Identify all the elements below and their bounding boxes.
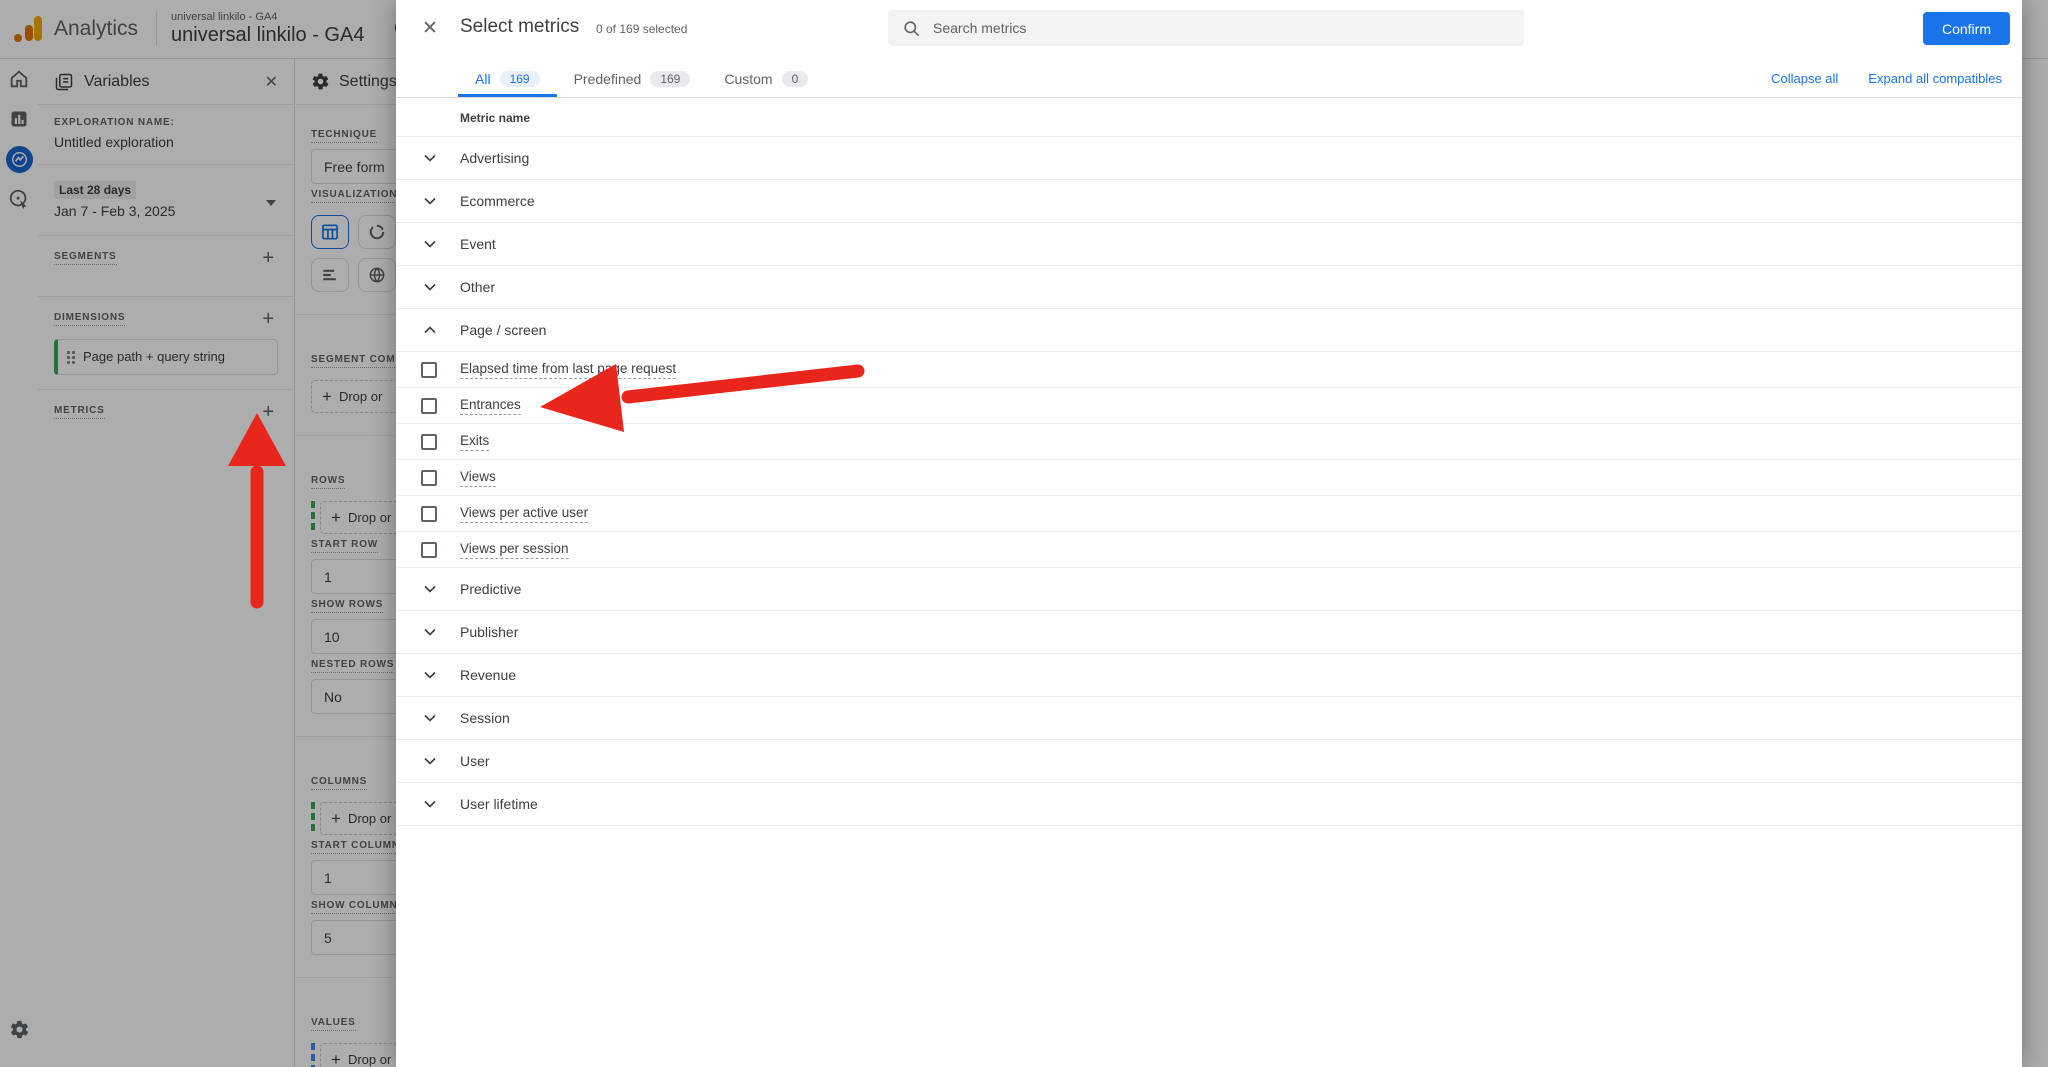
category-label: User bbox=[460, 753, 490, 769]
metric-label: Elapsed time from last page request bbox=[460, 361, 676, 379]
search-metrics-box[interactable] bbox=[888, 10, 1524, 46]
search-icon bbox=[902, 19, 921, 38]
metric-name-column-header: Metric name bbox=[396, 98, 2022, 136]
metric-label: Entrances bbox=[460, 397, 521, 415]
category-label: Other bbox=[460, 279, 495, 295]
category-row-ecommerce[interactable]: Ecommerce bbox=[396, 180, 2022, 223]
metric-row[interactable]: Views per session bbox=[396, 532, 2022, 568]
metric-list: Advertising Ecommerce Event Other Page / scr… bbox=[396, 136, 2022, 826]
chevron-down-icon[interactable] bbox=[420, 191, 440, 211]
dialog-title: Select metrics bbox=[460, 16, 579, 38]
tab-badge: 169 bbox=[650, 71, 690, 87]
ga4-explore-page: { "colors": { "accent": "#1a73e8", "arro… bbox=[0, 0, 2048, 1067]
metric-row[interactable]: Entrances bbox=[396, 388, 2022, 424]
metric-checkbox[interactable] bbox=[421, 398, 437, 414]
category-row-advertising[interactable]: Advertising bbox=[396, 137, 2022, 180]
chevron-down-icon[interactable] bbox=[420, 234, 440, 254]
metric-row[interactable]: Elapsed time from last page request bbox=[396, 352, 2022, 388]
category-row-page-screen[interactable]: Page / screen bbox=[396, 309, 2022, 352]
close-dialog-icon[interactable]: ✕ bbox=[422, 17, 438, 40]
tab-label: Predefined bbox=[574, 71, 642, 87]
category-label: Revenue bbox=[460, 667, 516, 683]
tab-badge: 0 bbox=[782, 71, 809, 87]
metric-row[interactable]: Views bbox=[396, 460, 2022, 496]
category-row-predictive[interactable]: Predictive bbox=[396, 568, 2022, 611]
tab-predefined[interactable]: Predefined 169 bbox=[557, 60, 708, 97]
category-row-session[interactable]: Session bbox=[396, 697, 2022, 740]
category-row-publisher[interactable]: Publisher bbox=[396, 611, 2022, 654]
select-metrics-dialog: ✕ Select metrics 0 of 169 selected Confi… bbox=[396, 0, 2022, 1067]
metric-checkbox[interactable] bbox=[421, 506, 437, 522]
metric-row[interactable]: Views per active user bbox=[396, 496, 2022, 532]
chevron-down-icon[interactable] bbox=[420, 665, 440, 685]
metric-checkbox[interactable] bbox=[421, 362, 437, 378]
tab-label: Custom bbox=[724, 71, 772, 87]
category-label: Predictive bbox=[460, 581, 521, 597]
metric-checkbox[interactable] bbox=[421, 470, 437, 486]
metric-checkbox[interactable] bbox=[421, 434, 437, 450]
tab-custom[interactable]: Custom 0 bbox=[707, 60, 825, 97]
chevron-down-icon[interactable] bbox=[420, 794, 440, 814]
chevron-down-icon[interactable] bbox=[420, 277, 440, 297]
chevron-down-icon[interactable] bbox=[420, 579, 440, 599]
tab-all[interactable]: All 169 bbox=[458, 60, 557, 97]
category-row-other[interactable]: Other bbox=[396, 266, 2022, 309]
metric-checkbox[interactable] bbox=[421, 542, 437, 558]
metric-label: Views per session bbox=[460, 541, 569, 559]
tab-badge: 169 bbox=[500, 71, 540, 87]
chevron-down-icon[interactable] bbox=[420, 708, 440, 728]
confirm-button[interactable]: Confirm bbox=[1923, 12, 2010, 45]
category-row-user[interactable]: User bbox=[396, 740, 2022, 783]
metric-label: Views per active user bbox=[460, 505, 588, 523]
category-label: Page / screen bbox=[460, 322, 546, 338]
metric-label: Exits bbox=[460, 433, 489, 451]
category-label: Event bbox=[460, 236, 496, 252]
chevron-down-icon[interactable] bbox=[420, 751, 440, 771]
category-row-revenue[interactable]: Revenue bbox=[396, 654, 2022, 697]
category-label: Advertising bbox=[460, 150, 529, 166]
metrics-tabs: All 169 Predefined 169 Custom 0 Collapse… bbox=[396, 60, 2022, 98]
category-label: User lifetime bbox=[460, 796, 538, 812]
category-row-user-lifetime[interactable]: User lifetime bbox=[396, 783, 2022, 826]
metric-label: Views bbox=[460, 469, 496, 487]
metric-row[interactable]: Exits bbox=[396, 424, 2022, 460]
category-label: Publisher bbox=[460, 624, 518, 640]
collapse-all-link[interactable]: Collapse all bbox=[1771, 71, 1838, 86]
expand-all-compatibles-link[interactable]: Expand all compatibles bbox=[1868, 71, 2002, 86]
category-label: Session bbox=[460, 710, 510, 726]
category-label: Ecommerce bbox=[460, 193, 535, 209]
chevron-down-icon[interactable] bbox=[420, 622, 440, 642]
chevron-up-icon[interactable] bbox=[420, 320, 440, 340]
tab-label: All bbox=[475, 71, 491, 87]
selected-count: 0 of 169 selected bbox=[596, 22, 687, 36]
search-metrics-input[interactable] bbox=[933, 20, 1510, 36]
category-row-event[interactable]: Event bbox=[396, 223, 2022, 266]
chevron-down-icon[interactable] bbox=[420, 148, 440, 168]
